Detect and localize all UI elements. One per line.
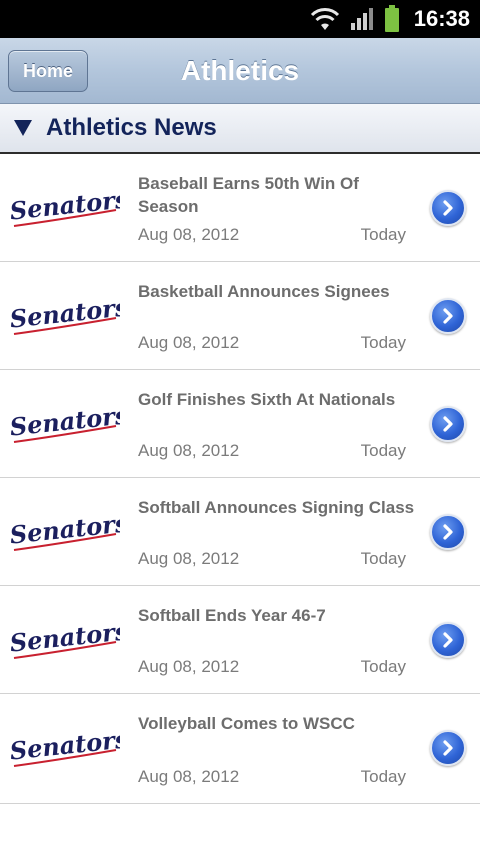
news-relative-time: Today [360,225,406,244]
news-relative-time: Today [360,333,406,352]
chevron-right-icon[interactable] [430,514,466,550]
news-relative-time: Today [360,549,406,568]
section-title: Athletics News [46,114,217,141]
news-relative-time: Today [360,767,406,786]
news-list-item[interactable]: Senators Golf Finishes Sixth At Nationals… [0,370,480,478]
chevron-right-icon[interactable] [430,190,466,226]
status-bar: 16:38 [0,0,480,38]
signal-icon [350,8,373,30]
news-title: Baseball Earns 50th Win Of Season [138,174,359,216]
senators-logo: Senators [8,616,130,668]
news-list-item[interactable]: Senators Softball Announces Signing Class… [0,478,480,586]
news-relative-time: Today [360,441,406,460]
chevron-right-icon[interactable] [430,406,466,442]
news-list-item[interactable]: Senators Baseball Earns 50th Win Of Seaso… [0,154,480,262]
home-button[interactable]: Home [8,50,88,92]
news-title: Golf Finishes Sixth At Nationals [138,390,396,409]
news-title: Softball Announces Signing Class [138,498,415,517]
senators-logo: Senators [8,292,130,344]
senators-logo: Senators [8,724,130,776]
status-time: 16:38 [413,6,470,31]
news-list: Senators Baseball Earns 50th Win Of Seaso… [0,154,480,804]
senators-logo: Senators [8,184,130,236]
news-list-item[interactable]: Senators Volleyball Comes to WSCC Aug 08, … [0,694,480,804]
news-date: Aug 08, 2012 [138,333,240,352]
senators-logo: Senators [8,508,130,560]
news-list-item[interactable]: Senators Basketball Announces Signees Aug … [0,262,480,370]
chevron-right-icon[interactable] [430,622,466,658]
wifi-icon [310,8,339,30]
collapse-arrow-icon [14,120,32,136]
news-date: Aug 08, 2012 [138,441,240,460]
news-date: Aug 08, 2012 [138,549,240,568]
section-header-athletics-news[interactable]: Athletics News [0,104,480,154]
status-icons: 16:38 [310,0,470,38]
title-bar: Home Athletics [0,38,480,104]
news-title: Softball Ends Year 46-7 [138,606,326,625]
news-relative-time: Today [360,657,406,676]
senators-logo: Senators [8,400,130,452]
battery-icon [384,5,399,32]
news-date: Aug 08, 2012 [138,225,240,244]
news-title: Volleyball Comes to WSCC [138,714,355,733]
news-date: Aug 08, 2012 [138,657,240,676]
news-title: Basketball Announces Signees [138,282,390,301]
chevron-right-icon[interactable] [430,298,466,334]
news-list-item[interactable]: Senators Softball Ends Year 46-7 Aug 08, 2… [0,586,480,694]
news-date: Aug 08, 2012 [138,767,240,786]
chevron-right-icon[interactable] [430,730,466,766]
